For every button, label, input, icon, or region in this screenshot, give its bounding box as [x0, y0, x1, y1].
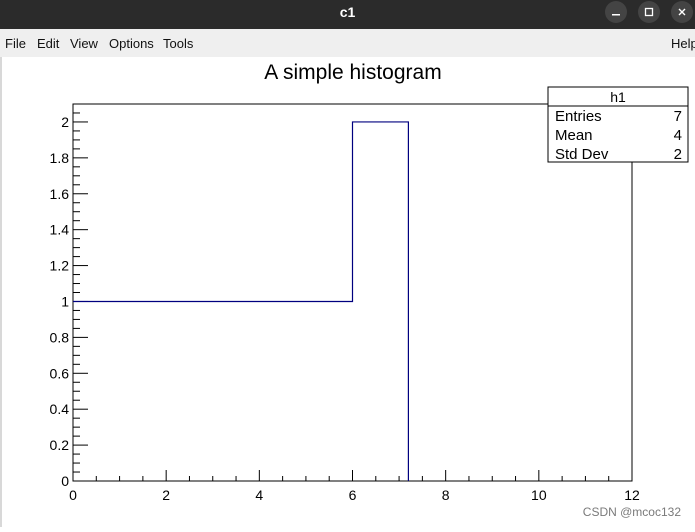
y-tick-label: 2 [61, 114, 69, 130]
histogram-chart[interactable]: A simple histogram 0 2 4 6 8 10 12 00.20.40.60… [2, 57, 695, 527]
y-tick-label: 1.4 [50, 222, 70, 238]
menu-options-label: Options [109, 36, 154, 51]
x-tick-label: 4 [255, 487, 263, 503]
menu-view[interactable]: View [70, 36, 98, 51]
x-tick-labels: 0 2 4 6 8 10 12 [69, 487, 640, 503]
menu-help[interactable]: Help [671, 36, 695, 51]
stats-entries-value: 7 [674, 108, 682, 125]
menu-file-label: File [5, 36, 26, 51]
menu-help-label: Help [671, 36, 695, 51]
minimize-button[interactable] [605, 1, 627, 23]
stats-mean-label: Mean [555, 127, 593, 144]
stats-entries-label: Entries [555, 108, 602, 125]
stats-title: h1 [610, 89, 626, 105]
menu-tools-label: Tools [163, 36, 194, 51]
root-canvas[interactable]: A simple histogram 0 2 4 6 8 10 12 0 0.2 0.4 0.6 0… [0, 57, 695, 527]
menu-view-label: View [70, 36, 98, 51]
window-title: c1 [339, 4, 356, 20]
stats-stddev-value: 2 [674, 146, 682, 163]
y-tick-label: 0 [61, 473, 69, 489]
y-tick-label: 1.6 [50, 186, 70, 202]
menu-edit-label: Edit [37, 36, 60, 51]
watermark: CSDN @mcoc132 [582, 505, 681, 519]
y-tick-label: 0.6 [50, 365, 70, 381]
x-tick-label: 10 [531, 487, 547, 503]
y-tick-label: 0.4 [50, 401, 70, 417]
x-tick-label: 8 [442, 487, 450, 503]
window-titlebar[interactable]: c1 [0, 0, 695, 29]
maximize-button[interactable] [638, 1, 660, 23]
stats-stddev-label: Std Dev [555, 146, 609, 163]
menu-bar: File Edit View Options Tools Help [0, 29, 695, 58]
minimize-icon [612, 14, 620, 16]
maximize-icon [644, 7, 654, 17]
x-tick-label: 6 [349, 487, 357, 503]
x-tick-label: 12 [624, 487, 640, 503]
y-tick-label: 1.8 [50, 150, 70, 166]
menu-edit[interactable]: Edit [37, 36, 59, 51]
stats-box[interactable]: h1 Entries 7 Mean 4 Std Dev 2 [547, 86, 689, 163]
x-tick-label: 0 [69, 487, 77, 503]
y-tick-label: 0.2 [50, 437, 70, 453]
y-tick-label: 0.8 [50, 329, 70, 345]
menu-options[interactable]: Options [109, 36, 154, 51]
x-tick-label: 2 [162, 487, 170, 503]
y-tick-labels: 0 0.2 0.4 0.6 0.8 1 1.2 1.4 1.6 1.8 2 [50, 114, 70, 489]
chart-title: A simple histogram [264, 61, 441, 84]
y-tick-label: 1 [61, 293, 69, 309]
y-tick-label: 1.2 [50, 258, 70, 274]
stats-mean-value: 4 [674, 127, 682, 144]
close-icon [678, 8, 686, 16]
close-button[interactable] [671, 1, 693, 23]
menu-file[interactable]: File [5, 36, 26, 51]
menu-tools[interactable]: Tools [163, 36, 193, 51]
